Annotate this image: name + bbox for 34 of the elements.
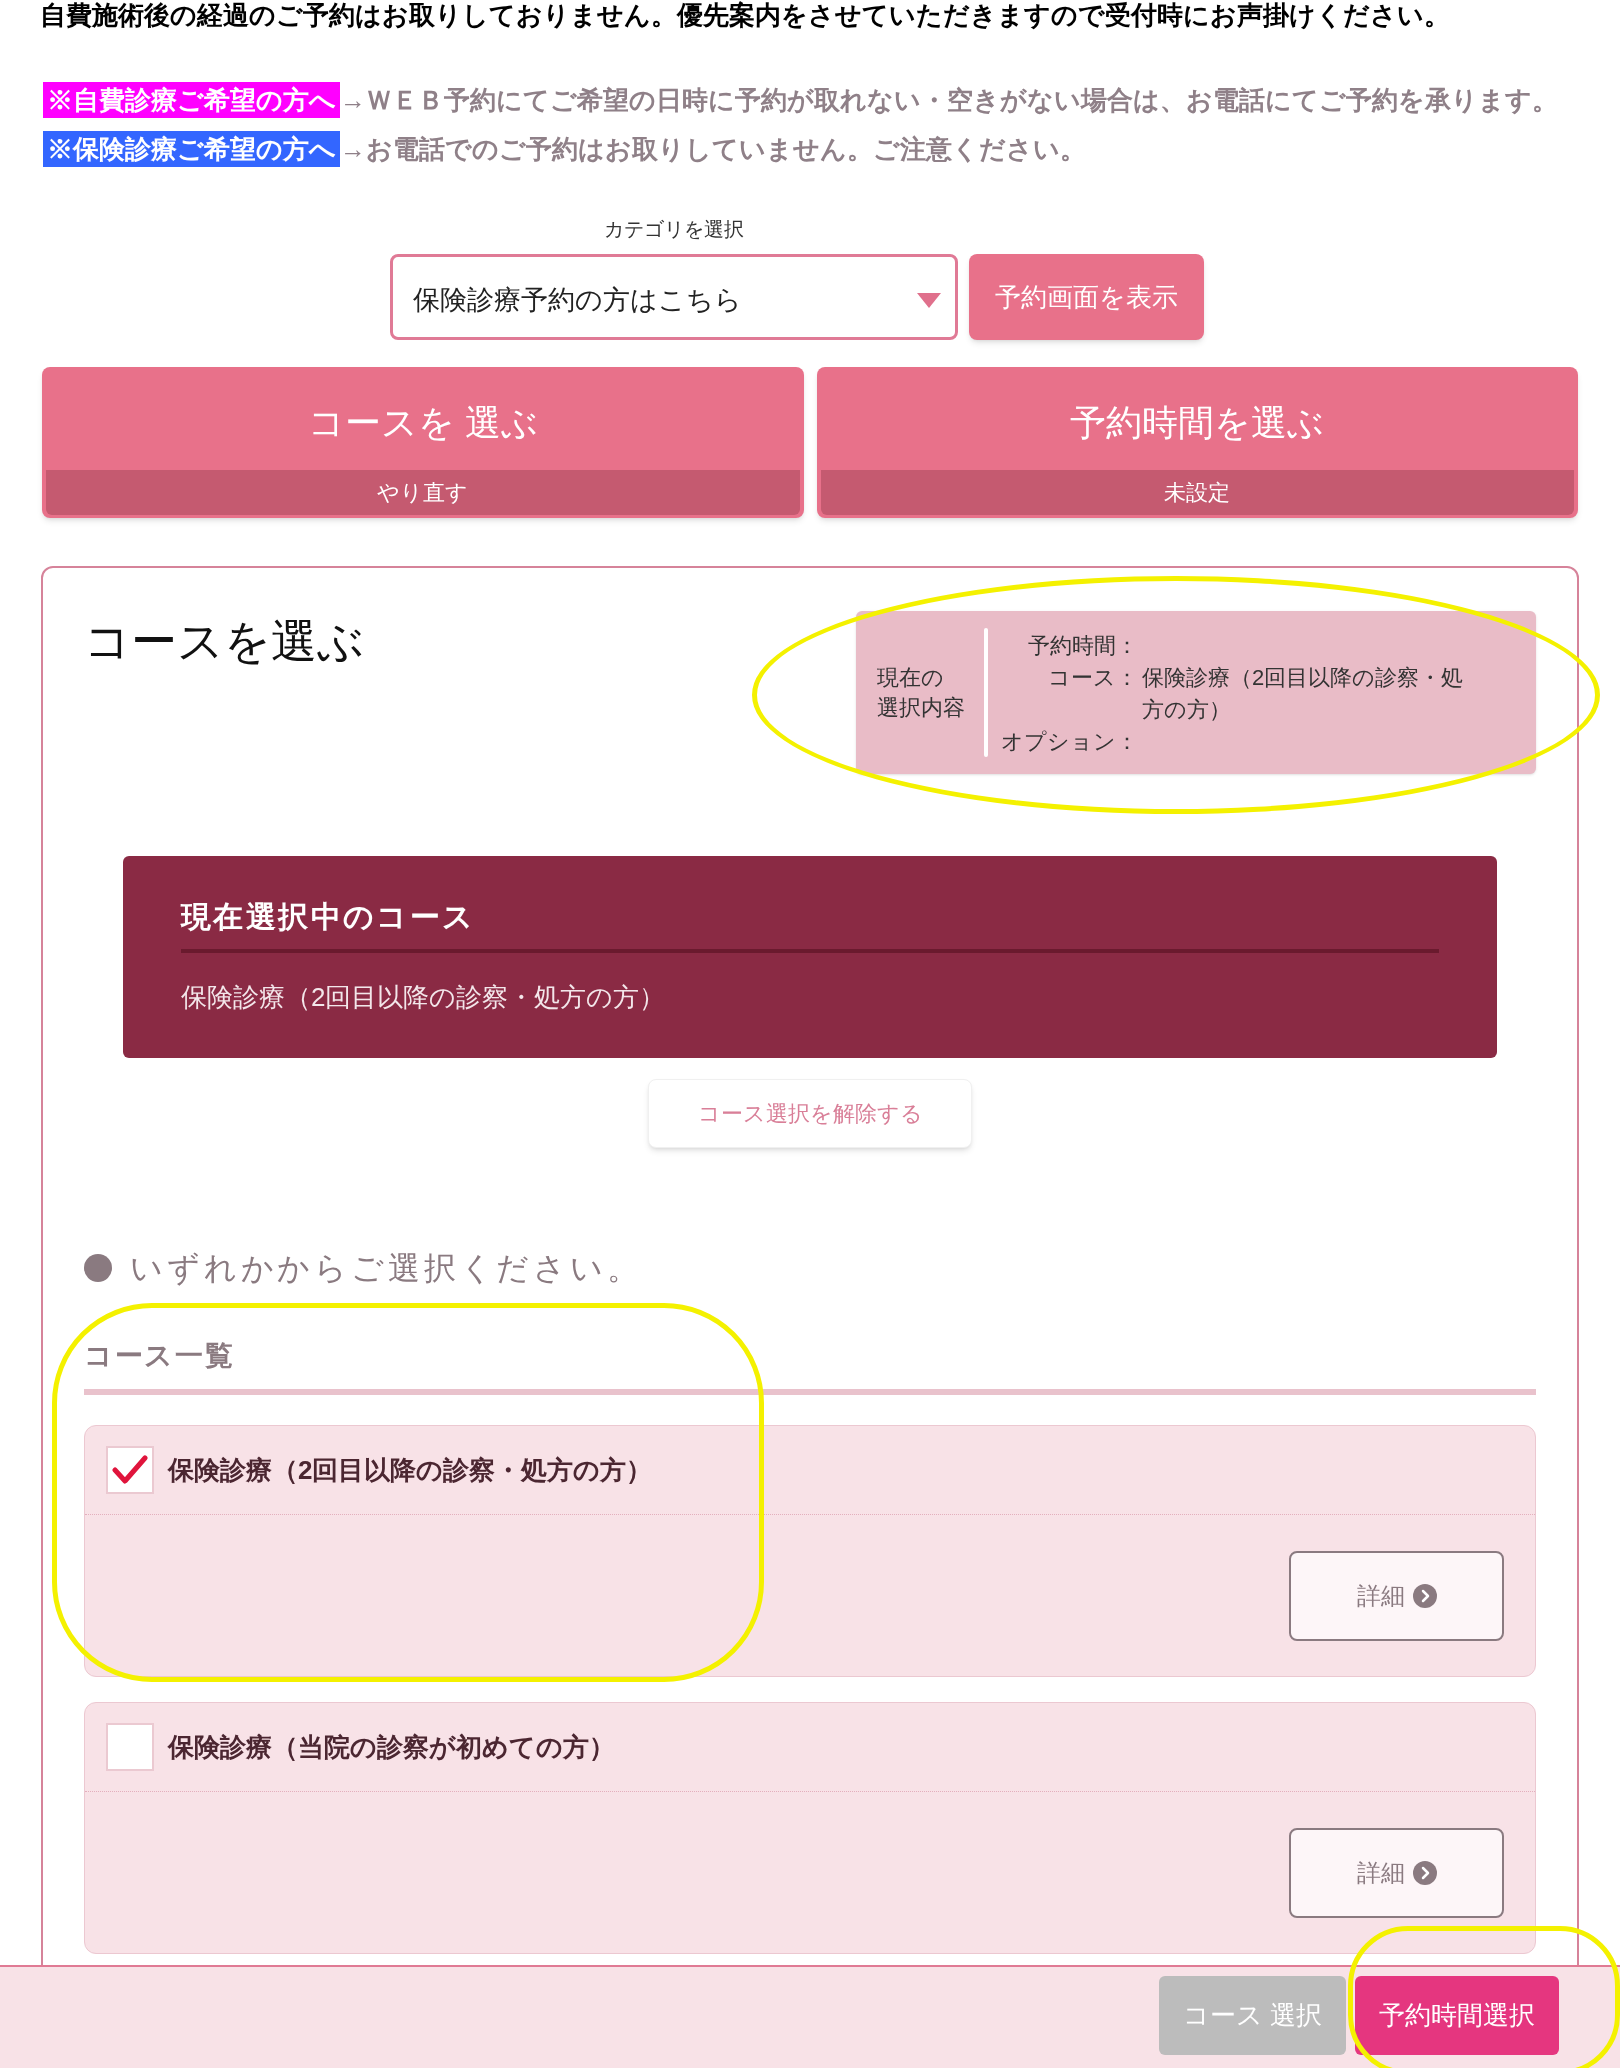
detail-button[interactable]: 詳細: [1289, 1550, 1504, 1641]
detail-button[interactable]: 詳細: [1289, 1827, 1504, 1918]
step-status[interactable]: 未設定: [820, 470, 1574, 515]
note-text: →ＷＥＢ予約にてご希望の日時に予約が取れない・空きがない場合は、お電話にてご予約を承ります。: [340, 85, 1558, 115]
show-booking-button[interactable]: 予約画面を表示: [969, 254, 1204, 340]
note-label: ※自費診療ご希望の方へ: [43, 82, 340, 118]
course-list-title: コース一覧: [84, 1339, 236, 1373]
instruction-text: いずれかからご選択ください。: [130, 1249, 643, 1288]
checkbox[interactable]: [106, 1723, 154, 1771]
clear-course-button[interactable]: コース選択を解除する: [648, 1079, 972, 1148]
chevron-right-icon: [1412, 1583, 1437, 1608]
current-course-name: 保険診療（2回目以降の診察・処方の方）: [181, 981, 667, 1013]
caret-down-icon: [917, 292, 941, 308]
step-status[interactable]: やり直す: [46, 470, 800, 515]
summary-label: 予約時間：: [1027, 632, 1138, 660]
summary-heading: 現在の 選択内容: [877, 663, 965, 722]
category-select[interactable]: 保険診療予約の方はこちら: [390, 254, 958, 340]
summary-label: コース：: [1047, 664, 1138, 692]
note-text: →お電話でのご予約はお取りしていません。ご注意ください。: [340, 134, 1086, 164]
note-label: ※保険診療ご希望の方へ: [43, 131, 340, 167]
checkbox[interactable]: [106, 1446, 154, 1494]
chevron-right-icon: [1412, 1860, 1437, 1885]
summary-label: オプション：: [1000, 728, 1138, 756]
current-course-title: 現在選択中のコース: [181, 899, 477, 935]
step-title: コースを 選ぶ: [307, 400, 538, 445]
summary-value: 保険診療（2回目以降の診察・処方の方）: [1142, 664, 1465, 724]
checkmark-icon: [112, 1455, 148, 1485]
course-name: 保険診療（当院の診察が初めての方）: [168, 1731, 615, 1763]
section-title: コースを選ぶ: [84, 614, 364, 669]
category-label: カテゴリを選択: [604, 217, 744, 241]
course-name: 保険診療（2回目以降の診察・処方の方）: [168, 1454, 653, 1486]
step-title: 予約時間を選ぶ: [1070, 400, 1325, 445]
nav-button[interactable]: 予約時間選択: [1355, 1976, 1559, 2055]
notice-text: 自費施術後の経過のご予約はお取りしておりません。優先案内をさせていただきますので受付時にお声掛けください。: [39, 0, 1451, 30]
